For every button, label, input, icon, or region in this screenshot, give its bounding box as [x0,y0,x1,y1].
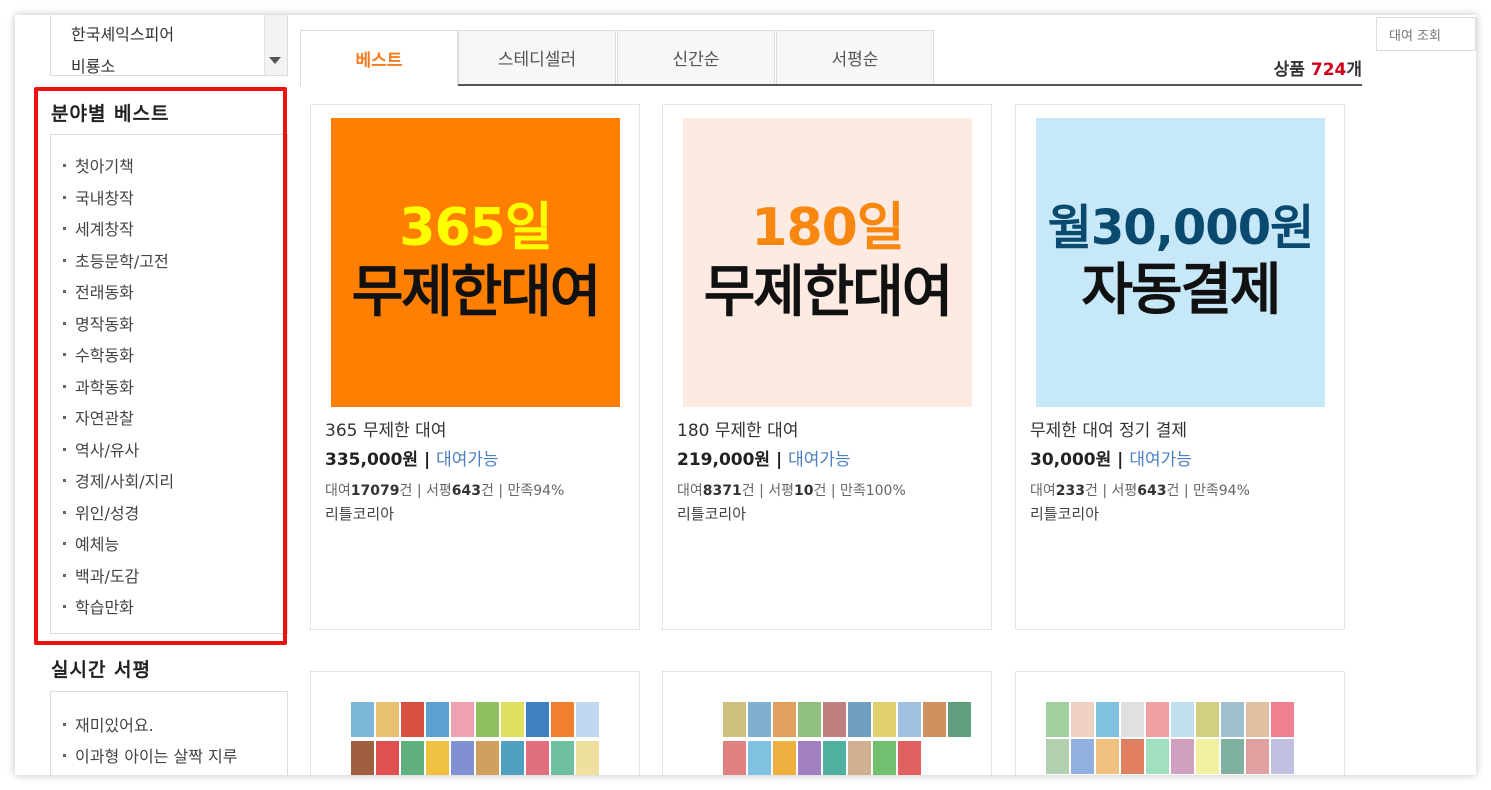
tab-steady-seller[interactable]: 스테디셀러 [458,30,616,85]
product-thumbnail[interactable]: 180일 무제한대여 [683,118,972,407]
publisher-item[interactable]: 한국셰익스피어 [71,21,174,45]
bullet-icon [63,753,66,757]
product-card[interactable] [662,671,992,775]
product-thumbnail[interactable]: 365일 무제한대여 [331,118,620,407]
rental-status: 대여가능 [436,450,499,470]
product-stats: 대여233건 | 서평643건 | 만족94% [1030,483,1250,499]
review-item[interactable]: 재미있어요. [63,712,154,736]
product-publisher: 리틀코리아 [325,505,395,523]
bullet-icon [63,722,66,726]
product-publisher: 리틀코리아 [1030,505,1100,523]
product-price: 335,000원 | 대여가능 [325,450,499,470]
product-card[interactable] [310,671,640,775]
product-stats: 대여17079건 | 서평643건 | 만족94% [325,483,565,499]
chevron-down-icon[interactable] [269,57,281,64]
rental-status: 대여가능 [1129,450,1192,470]
book-set-image[interactable] [351,702,601,775]
product-thumbnail[interactable]: 월30,000원 자동결제 [1036,118,1325,407]
book-set-image[interactable] [1046,702,1311,775]
tab-divider [458,84,1362,86]
product-card[interactable] [1015,671,1345,775]
product-name[interactable]: 무제한 대여 정기 결제 [1030,416,1187,441]
highlight-box [34,87,287,645]
product-price: 30,000원 | 대여가능 [1030,450,1192,470]
book-set-image[interactable] [723,702,973,775]
publisher-item[interactable]: 비룡소 [71,53,115,75]
product-card[interactable]: 180일 무제한대여 180 무제한 대여 219,000원 | 대여가능 대여… [662,104,992,630]
realtime-review-title: 실시간 서평 [51,659,152,681]
page: 한국셰익스피어 비룡소 분야별 베스트 첫아기책 국내창작 세계창작 초등문학/… [15,15,1476,775]
publisher-list[interactable]: 한국셰익스피어 비룡소 [50,15,288,76]
review-list: 재미있어요. 이과형 아이는 살짝 지루 [50,691,288,775]
product-card[interactable]: 월30,000원 자동결제 무제한 대여 정기 결제 30,000원 | 대여가… [1015,104,1345,630]
product-name[interactable]: 180 무제한 대여 [677,416,798,441]
product-card[interactable]: 365일 무제한대여 365 무제한 대여 335,000원 | 대여가능 대여… [310,104,640,630]
product-price: 219,000원 | 대여가능 [677,450,851,470]
tab-review[interactable]: 서평순 [776,30,934,85]
rental-status: 대여가능 [788,450,851,470]
product-publisher: 리틀코리아 [677,505,747,523]
product-stats: 대여8371건 | 서평10건 | 만족100% [677,483,906,499]
product-count: 상품 724개 [1273,60,1362,80]
rental-lookup-button[interactable]: 대여 조회 [1376,17,1476,51]
review-item[interactable]: 이과형 아이는 살짝 지루 [63,743,237,767]
tab-best[interactable]: 베스트 [300,30,458,86]
product-name[interactable]: 365 무제한 대여 [325,416,446,441]
scrollbar[interactable] [264,15,287,75]
tab-new[interactable]: 신간순 [617,30,775,85]
